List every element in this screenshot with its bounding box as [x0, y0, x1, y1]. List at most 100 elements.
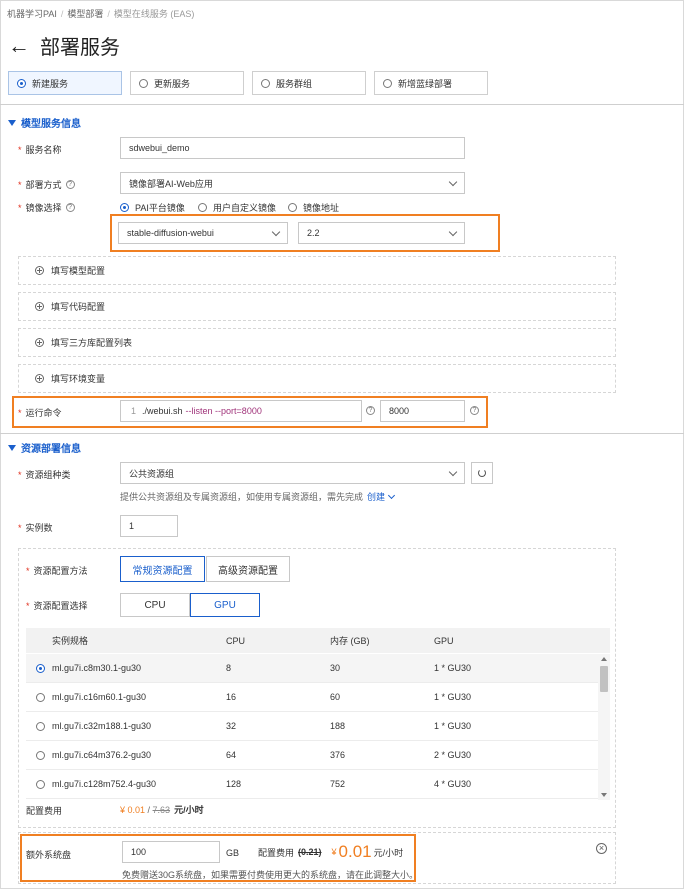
create-link[interactable]: 创建	[367, 490, 385, 503]
cell-cpu: 8	[226, 663, 232, 673]
collapse-third-party[interactable]: 填写三方库配置列表	[18, 328, 616, 357]
disk-cost-currency: ¥	[331, 847, 337, 857]
image-version-select[interactable]: 2.2	[298, 222, 465, 244]
radio-icon[interactable]	[36, 692, 45, 702]
table-row[interactable]: ml.gu7i.c128m752.4-gu30 128 752 4 * GU30	[26, 770, 598, 799]
help-icon[interactable]: ?	[65, 203, 75, 212]
radio-icon	[261, 78, 270, 88]
tab-new-service[interactable]: 新建服务	[8, 71, 122, 95]
breadcrumb-item[interactable]: 模型部署	[67, 9, 103, 19]
cost-unit: 元/小时	[174, 805, 204, 815]
radio-icon[interactable]	[36, 779, 45, 789]
breadcrumb: 机器学习PAI / 模型部署 / 模型在线服务 (EAS)	[7, 9, 195, 19]
radio-icon	[139, 78, 148, 88]
config-type-cpu[interactable]: CPU	[120, 593, 190, 617]
collapse-env-vars[interactable]: 填写环境变量	[18, 364, 616, 393]
command-text: ./webui.sh	[142, 406, 183, 416]
cell-spec: ml.gu7i.c32m188.1-gu30	[52, 721, 152, 731]
cell-gpu: 1 * GU30	[434, 721, 472, 731]
page-title: ← 部署服务	[8, 31, 120, 60]
collapse-label: 填写代码配置	[51, 302, 106, 312]
resource-group-help: 提供公共资源组及专属资源组，如使用专属资源组，需先完成 创建	[120, 490, 396, 503]
tab-update-service[interactable]: 更新服务	[130, 71, 244, 95]
service-name-label: * 服务名称	[18, 144, 62, 156]
instances-input[interactable]: 1	[120, 515, 178, 537]
section-resource[interactable]: 资源部署信息	[8, 440, 81, 455]
cell-gpu: 1 * GU30	[434, 663, 472, 673]
refresh-button[interactable]	[471, 462, 493, 484]
column-header: 内存 (GB)	[330, 636, 370, 646]
tab-label: 更新服务	[154, 78, 191, 89]
run-command-label: * 运行命令	[18, 407, 62, 419]
service-name-input[interactable]: sdwebui_demo	[120, 137, 465, 159]
table-row[interactable]: ml.gu7i.c32m188.1-gu30 32 188 1 * GU30	[26, 712, 598, 741]
table-row[interactable]: ml.gu7i.c8m30.1-gu30 8 30 1 * GU30	[26, 654, 598, 683]
radio-icon	[17, 78, 26, 88]
scroll-down-icon[interactable]	[601, 793, 607, 797]
plus-circle-icon	[35, 302, 44, 311]
image-option-address[interactable]: 镜像地址	[288, 201, 339, 214]
cell-cpu: 16	[226, 692, 237, 702]
tab-blue-green[interactable]: 新增蓝绿部署	[374, 71, 488, 95]
collapse-label: 填写模型配置	[51, 266, 106, 276]
section-model-service[interactable]: 模型服务信息	[8, 115, 81, 130]
section-title: 资源部署信息	[21, 444, 81, 455]
image-option-custom[interactable]: 用户自定义镜像	[198, 201, 276, 214]
tab-service-group[interactable]: 服务群组	[252, 71, 366, 95]
plus-circle-icon	[35, 374, 44, 383]
cell-cpu: 64	[226, 750, 237, 760]
remove-disk-icon[interactable]: ×	[596, 843, 607, 854]
config-select-label: * 资源配置选择	[26, 600, 88, 612]
image-name-select[interactable]: stable-diffusion-webui	[118, 222, 288, 244]
radio-icon[interactable]	[36, 750, 45, 760]
collapse-label: 填写环境变量	[51, 374, 106, 384]
back-arrow-icon[interactable]: ←	[8, 34, 30, 56]
column-header: 实例规格	[52, 636, 89, 646]
collapse-model-config[interactable]: 填写模型配置	[18, 256, 616, 285]
help-icon[interactable]: ?	[470, 406, 479, 415]
image-option-pai[interactable]: PAI平台镜像	[120, 201, 185, 214]
disk-cost-label: 配置费用	[258, 847, 295, 858]
disk-cost-current: 0.01	[338, 842, 372, 861]
disk-cost-unit: 元/小时	[373, 847, 404, 858]
scroll-thumb[interactable]	[600, 666, 608, 692]
chevron-down-icon	[448, 467, 458, 476]
caret-down-icon	[8, 444, 16, 451]
cost-separator: /	[145, 804, 153, 815]
help-icon[interactable]: ?	[366, 406, 375, 415]
cell-gpu: 2 * GU30	[434, 750, 472, 760]
extra-disk-input[interactable]: 100	[122, 841, 220, 863]
collapse-code-config[interactable]: 填写代码配置	[18, 292, 616, 321]
scroll-up-icon[interactable]	[601, 657, 607, 661]
config-method-advanced[interactable]: 高级资源配置	[206, 556, 290, 582]
select-value: stable-diffusion-webui	[127, 228, 214, 238]
table-row[interactable]: ml.gu7i.c16m60.1-gu30 16 60 1 * GU30	[26, 683, 598, 712]
breadcrumb-item: 模型在线服务 (EAS)	[113, 9, 195, 19]
cell-spec: ml.gu7i.c128m752.4-gu30	[52, 779, 157, 789]
deploy-method-select[interactable]: 镜像部署AI-Web应用	[120, 172, 465, 194]
section-title: 模型服务信息	[21, 119, 81, 130]
extra-disk-unit: GB	[226, 848, 240, 858]
table-row[interactable]: ml.gu7i.c64m376.2-gu30 64 376 2 * GU30	[26, 741, 598, 770]
chevron-down-icon	[271, 227, 281, 236]
port-input[interactable]: 8000	[380, 400, 465, 422]
deploy-method-label: * 部署方式?	[18, 178, 75, 191]
config-type-gpu[interactable]: GPU	[190, 593, 260, 617]
tab-label: 新建服务	[32, 78, 69, 89]
run-command-editor[interactable]: 1 ./webui.sh --listen --port=8000	[120, 400, 362, 422]
cost-value: ¥ 0.01 / 7.63 元/小时	[120, 803, 204, 816]
caret-down-icon	[8, 119, 16, 126]
extra-disk-label: 额外系统盘	[26, 850, 72, 860]
breadcrumb-item[interactable]: 机器学习PAI	[7, 9, 57, 19]
help-icon[interactable]: ?	[65, 180, 75, 189]
config-method-standard[interactable]: 常规资源配置	[120, 556, 205, 582]
cell-spec: ml.gu7i.c16m60.1-gu30	[52, 692, 147, 702]
resource-group-select[interactable]: 公共资源组	[120, 462, 465, 484]
radio-icon[interactable]	[36, 721, 45, 731]
table-scrollbar[interactable]	[598, 654, 610, 800]
resource-group-label: * 资源组种类	[18, 469, 71, 481]
chevron-down-icon	[448, 227, 458, 236]
cell-gpu: 1 * GU30	[434, 692, 472, 702]
refresh-icon	[478, 469, 486, 477]
radio-icon[interactable]	[36, 663, 45, 673]
